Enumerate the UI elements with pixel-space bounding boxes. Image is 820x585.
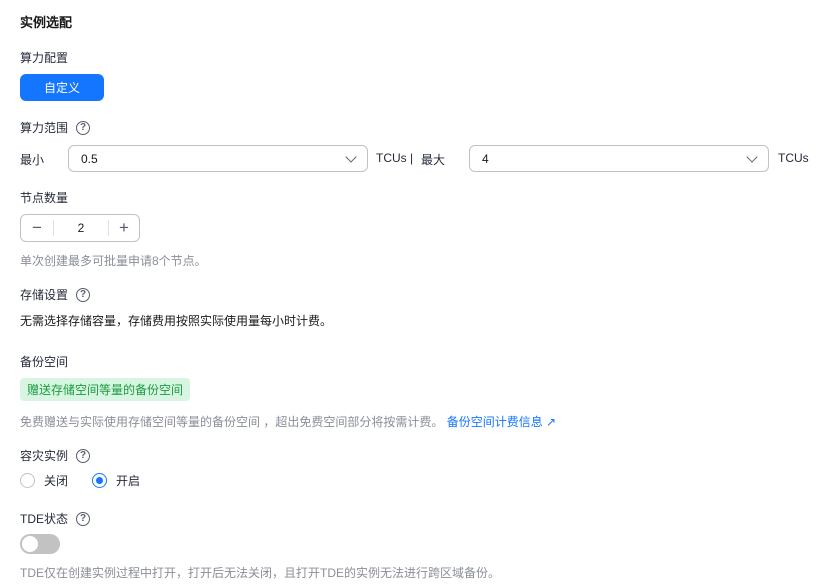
compute-range-label: 算力范围? <box>20 119 91 136</box>
compute-range-text: 算力范围 <box>20 121 69 135</box>
unit-separator: TCUs | <box>376 151 414 165</box>
nodes-stepper[interactable]: − 2 + <box>20 214 140 242</box>
radio-off-label: 关闭 <box>44 474 69 488</box>
compute-config-label: 算力配置 <box>20 51 69 65</box>
help-icon[interactable]: ? <box>76 287 91 302</box>
chevron-down-icon <box>345 150 357 163</box>
help-icon[interactable]: ? <box>76 448 91 463</box>
chevron-down-icon <box>746 150 758 163</box>
max-select[interactable]: 4 <box>469 145 769 172</box>
nodes-input[interactable]: 2 <box>54 215 108 241</box>
storage-text: 存储设置 <box>20 288 69 302</box>
nodes-hint: 单次创建最多可批量申请8个节点。 <box>20 254 207 268</box>
max-value: 4 <box>482 151 489 166</box>
backup-tag: 赠送存储空间等量的备份空间 <box>20 378 191 401</box>
storage-label: 存储设置? <box>20 286 91 303</box>
storage-desc: 无需选择存储容量，存储费用按照实际使用量每小时计费。 <box>20 314 333 328</box>
radio-circle-checked[interactable] <box>92 473 107 488</box>
dr-label: 容灾实例? <box>20 447 91 464</box>
increment-button[interactable]: + <box>108 218 139 237</box>
max-label: 最大 <box>421 153 446 167</box>
tde-text: TDE状态 <box>20 512 69 526</box>
tde-toggle[interactable] <box>20 534 60 554</box>
backup-desc: 免费赠送与实际使用存储空间等量的备份空间 ，超出免费空间部分将按需计费。 备份空… <box>20 413 556 430</box>
decrement-button[interactable]: − <box>21 218 54 237</box>
backup-label: 备份空间 <box>20 355 69 369</box>
dr-text: 容灾实例 <box>20 449 69 463</box>
backup-billing-link[interactable]: 备份空间计费信息 <box>447 415 543 429</box>
help-icon[interactable]: ? <box>76 511 91 526</box>
backup-desc-text: 免费赠送与实际使用存储空间等量的备份空间 ，超出免费空间部分将按需计费。 <box>20 415 444 429</box>
radio-on-label: 开启 <box>116 474 141 488</box>
min-value: 0.5 <box>81 151 98 166</box>
radio-on[interactable]: 开启 <box>92 472 140 489</box>
custom-button[interactable]: 自定义 <box>20 74 104 101</box>
nodes-label: 节点数量 <box>20 191 69 205</box>
help-icon[interactable]: ? <box>76 120 91 135</box>
tde-label: TDE状态? <box>20 510 91 527</box>
radio-circle[interactable] <box>20 473 35 488</box>
min-select[interactable]: 0.5 <box>68 145 368 172</box>
tde-hint: TDE仅在创建实例过程中打开，打开后无法关闭，且打开TDE的实例无法进行跨区域备… <box>20 566 501 580</box>
min-label: 最小 <box>20 153 45 167</box>
section-title: 实例选配 <box>20 15 73 30</box>
radio-off[interactable]: 关闭 <box>20 472 68 489</box>
max-unit: TCUs <box>778 151 809 165</box>
external-link-icon[interactable]: ↗ <box>546 415 556 429</box>
